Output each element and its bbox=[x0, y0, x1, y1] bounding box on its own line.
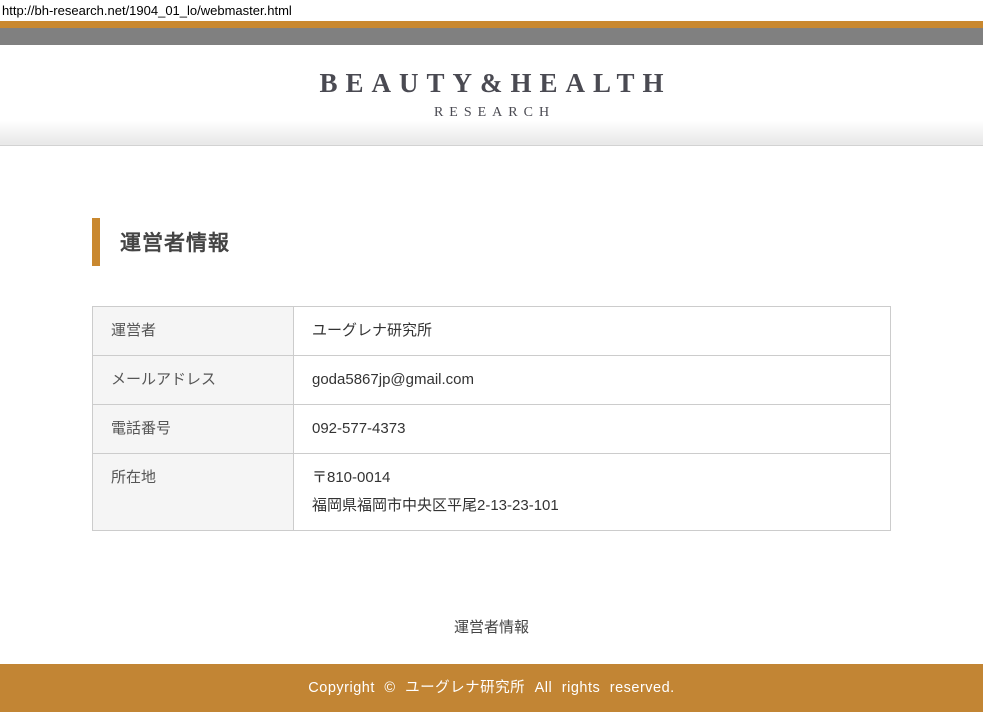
row-label-cell: メールアドレス bbox=[93, 356, 294, 405]
table-row-address: 所在地 〒810-0014 福岡県福岡市中央区平尾2-13-23-101 bbox=[93, 454, 891, 531]
top-gray-bar bbox=[0, 28, 983, 45]
operator-info-table: 運営者 ユーグレナ研究所 メールアドレス goda5867jp@gmail.co… bbox=[92, 306, 891, 531]
row-label-cell: 運営者 bbox=[93, 307, 294, 356]
section-heading: 運営者情報 bbox=[92, 218, 983, 266]
logo-title: BEAUTY&HEALTH bbox=[8, 69, 983, 99]
footer-link-operator-info[interactable]: 運営者情報 bbox=[454, 619, 529, 636]
logo-subtitle: RESEARCH bbox=[6, 105, 983, 120]
row-value-cell: 〒810-0014 福岡県福岡市中央区平尾2-13-23-101 bbox=[294, 454, 891, 531]
table-row-operator: 運営者 ユーグレナ研究所 bbox=[93, 307, 891, 356]
row-value-cell: ユーグレナ研究所 bbox=[294, 307, 891, 356]
row-value-cell: goda5867jp@gmail.com bbox=[294, 356, 891, 405]
main-content: 運営者情報 運営者 ユーグレナ研究所 メールアドレス goda5867jp@gm… bbox=[0, 218, 983, 531]
copyright-bar: Copyright © ユーグレナ研究所 All rights reserved… bbox=[0, 664, 983, 712]
footer-nav: 運営者情報 bbox=[0, 616, 983, 637]
copyright-text: Copyright © ユーグレナ研究所 All rights reserved… bbox=[308, 680, 674, 696]
site-header: BEAUTY&HEALTH RESEARCH bbox=[0, 45, 983, 146]
top-gold-divider bbox=[0, 21, 983, 28]
table-row-phone: 電話番号 092-577-4373 bbox=[93, 405, 891, 454]
page-title: 運営者情報 bbox=[120, 227, 230, 257]
url-text: http://bh-research.net/1904_01_lo/webmas… bbox=[0, 0, 983, 21]
site-logo[interactable]: BEAUTY&HEALTH RESEARCH bbox=[0, 69, 983, 120]
row-label-cell: 所在地 bbox=[93, 454, 294, 531]
table-row-email: メールアドレス goda5867jp@gmail.com bbox=[93, 356, 891, 405]
address-line-2: 福岡県福岡市中央区平尾2-13-23-101 bbox=[312, 492, 872, 520]
row-label-cell: 電話番号 bbox=[93, 405, 294, 454]
accent-bar bbox=[92, 218, 100, 266]
address-line-1: 〒810-0014 bbox=[312, 464, 872, 492]
row-value-cell: 092-577-4373 bbox=[294, 405, 891, 454]
